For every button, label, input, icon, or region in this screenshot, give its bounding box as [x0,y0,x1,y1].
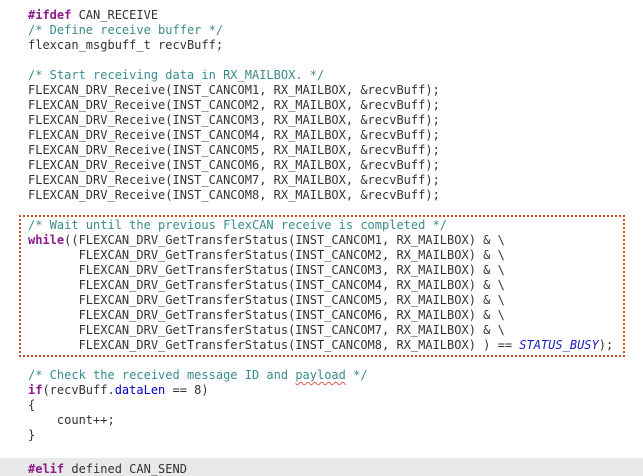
code-token: FLEXCAN_DRV_Receive(INST_CANCOM6, RX_MAI… [28,158,440,172]
code-line: FLEXCAN_DRV_Receive(INST_CANCOM6, RX_MAI… [0,158,643,173]
code-line: /* Start receiving data in RX_MAILBOX. *… [0,68,643,83]
code-line-preprocessor-band: #elif defined CAN_SEND [0,458,643,476]
code-token: CAN_RECEIVE [71,8,158,22]
code-line: FLEXCAN_DRV_Receive(INST_CANCOM8, RX_MAI… [0,188,643,203]
code-line: FLEXCAN_DRV_GetTransferStatus(INST_CANCO… [0,293,643,308]
code-line: FLEXCAN_DRV_GetTransferStatus(INST_CANCO… [0,308,643,323]
code-token: flexcan_msgbuff_t recvBuff; [28,38,223,52]
code-token: == 8) [165,383,208,397]
code-token: FLEXCAN_DRV_Receive(INST_CANCOM2, RX_MAI… [28,98,440,112]
code-token: FLEXCAN_DRV_GetTransferStatus(INST_CANCO… [28,278,505,292]
code-line: /* Define receive buffer */ [0,23,643,38]
code-line: FLEXCAN_DRV_Receive(INST_CANCOM3, RX_MAI… [0,113,643,128]
code-line: FLEXCAN_DRV_GetTransferStatus(INST_CANCO… [0,323,643,338]
code-line: /* Check the received message ID and pay… [0,368,643,383]
code-token: FLEXCAN_DRV_Receive(INST_CANCOM3, RX_MAI… [28,113,440,127]
code-line: FLEXCAN_DRV_GetTransferStatus(INST_CANCO… [0,248,643,263]
code-line: FLEXCAN_DRV_Receive(INST_CANCOM1, RX_MAI… [0,83,643,98]
code-snippet-page: #ifdef CAN_RECEIVE/* Define receive buff… [0,0,643,476]
code-line: FLEXCAN_DRV_GetTransferStatus(INST_CANCO… [0,263,643,278]
code-line: flexcan_msgbuff_t recvBuff; [0,38,643,53]
code-token: FLEXCAN_DRV_Receive(INST_CANCOM8, RX_MAI… [28,188,440,202]
code-line: #ifdef CAN_RECEIVE [0,8,643,23]
code-token: } [28,428,35,442]
code-token: ((FLEXCAN_DRV_GetTransferStatus(INST_CAN… [64,233,505,247]
code-token: FLEXCAN_DRV_Receive(INST_CANCOM4, RX_MAI… [28,128,440,142]
code-line [0,353,643,368]
code-token: #elif [28,462,64,476]
code-token: FLEXCAN_DRV_GetTransferStatus(INST_CANCO… [28,248,505,262]
code-token: FLEXCAN_DRV_GetTransferStatus(INST_CANCO… [28,293,505,307]
code-token: FLEXCAN_DRV_GetTransferStatus(INST_CANCO… [28,263,505,277]
code-token: STATUS_BUSY [519,338,598,352]
code-token: (recvBuff. [42,383,114,397]
code-line [0,53,643,68]
code-token: /* Wait until the previous FlexCAN recei… [28,218,447,232]
code-token: FLEXCAN_DRV_Receive(INST_CANCOM5, RX_MAI… [28,143,440,157]
code-token: FLEXCAN_DRV_GetTransferStatus(INST_CANCO… [28,308,505,322]
code-line: if(recvBuff.dataLen == 8) [0,383,643,398]
code-token: */ [346,368,368,382]
code-token: FLEXCAN_DRV_GetTransferStatus(INST_CANCO… [28,338,519,352]
code-token: /* Define receive buffer */ [28,23,223,37]
code-line: count++; [0,413,643,428]
code-token: while [28,233,64,247]
code-line [0,203,643,218]
code-token: dataLen [115,383,166,397]
code-line: while((FLEXCAN_DRV_GetTransferStatus(INS… [0,233,643,248]
code-line [0,443,643,458]
code-token: ); [599,338,613,352]
code-line: FLEXCAN_DRV_Receive(INST_CANCOM4, RX_MAI… [0,128,643,143]
code-line: FLEXCAN_DRV_Receive(INST_CANCOM7, RX_MAI… [0,173,643,188]
code-line: FLEXCAN_DRV_GetTransferStatus(INST_CANCO… [0,278,643,293]
code-line: } [0,428,643,443]
code-token: /* Start receiving data in RX_MAILBOX. *… [28,68,324,82]
code-block: #ifdef CAN_RECEIVE/* Define receive buff… [0,0,643,476]
code-token: FLEXCAN_DRV_Receive(INST_CANCOM1, RX_MAI… [28,83,440,97]
code-token: defined CAN_SEND [64,462,187,476]
code-line: FLEXCAN_DRV_Receive(INST_CANCOM2, RX_MAI… [0,98,643,113]
code-line: /* Wait until the previous FlexCAN recei… [0,218,643,233]
code-token: count++; [28,413,115,427]
code-line: FLEXCAN_DRV_GetTransferStatus(INST_CANCO… [0,338,643,353]
code-token: { [28,398,35,412]
code-line: FLEXCAN_DRV_Receive(INST_CANCOM5, RX_MAI… [0,143,643,158]
code-token: /* Check the received message ID and [28,368,295,382]
code-token: if [28,383,42,397]
code-token: #ifdef [28,8,71,22]
code-line: { [0,398,643,413]
code-token: FLEXCAN_DRV_Receive(INST_CANCOM7, RX_MAI… [28,173,440,187]
code-token: FLEXCAN_DRV_GetTransferStatus(INST_CANCO… [28,323,505,337]
code-token: payload [295,368,346,382]
